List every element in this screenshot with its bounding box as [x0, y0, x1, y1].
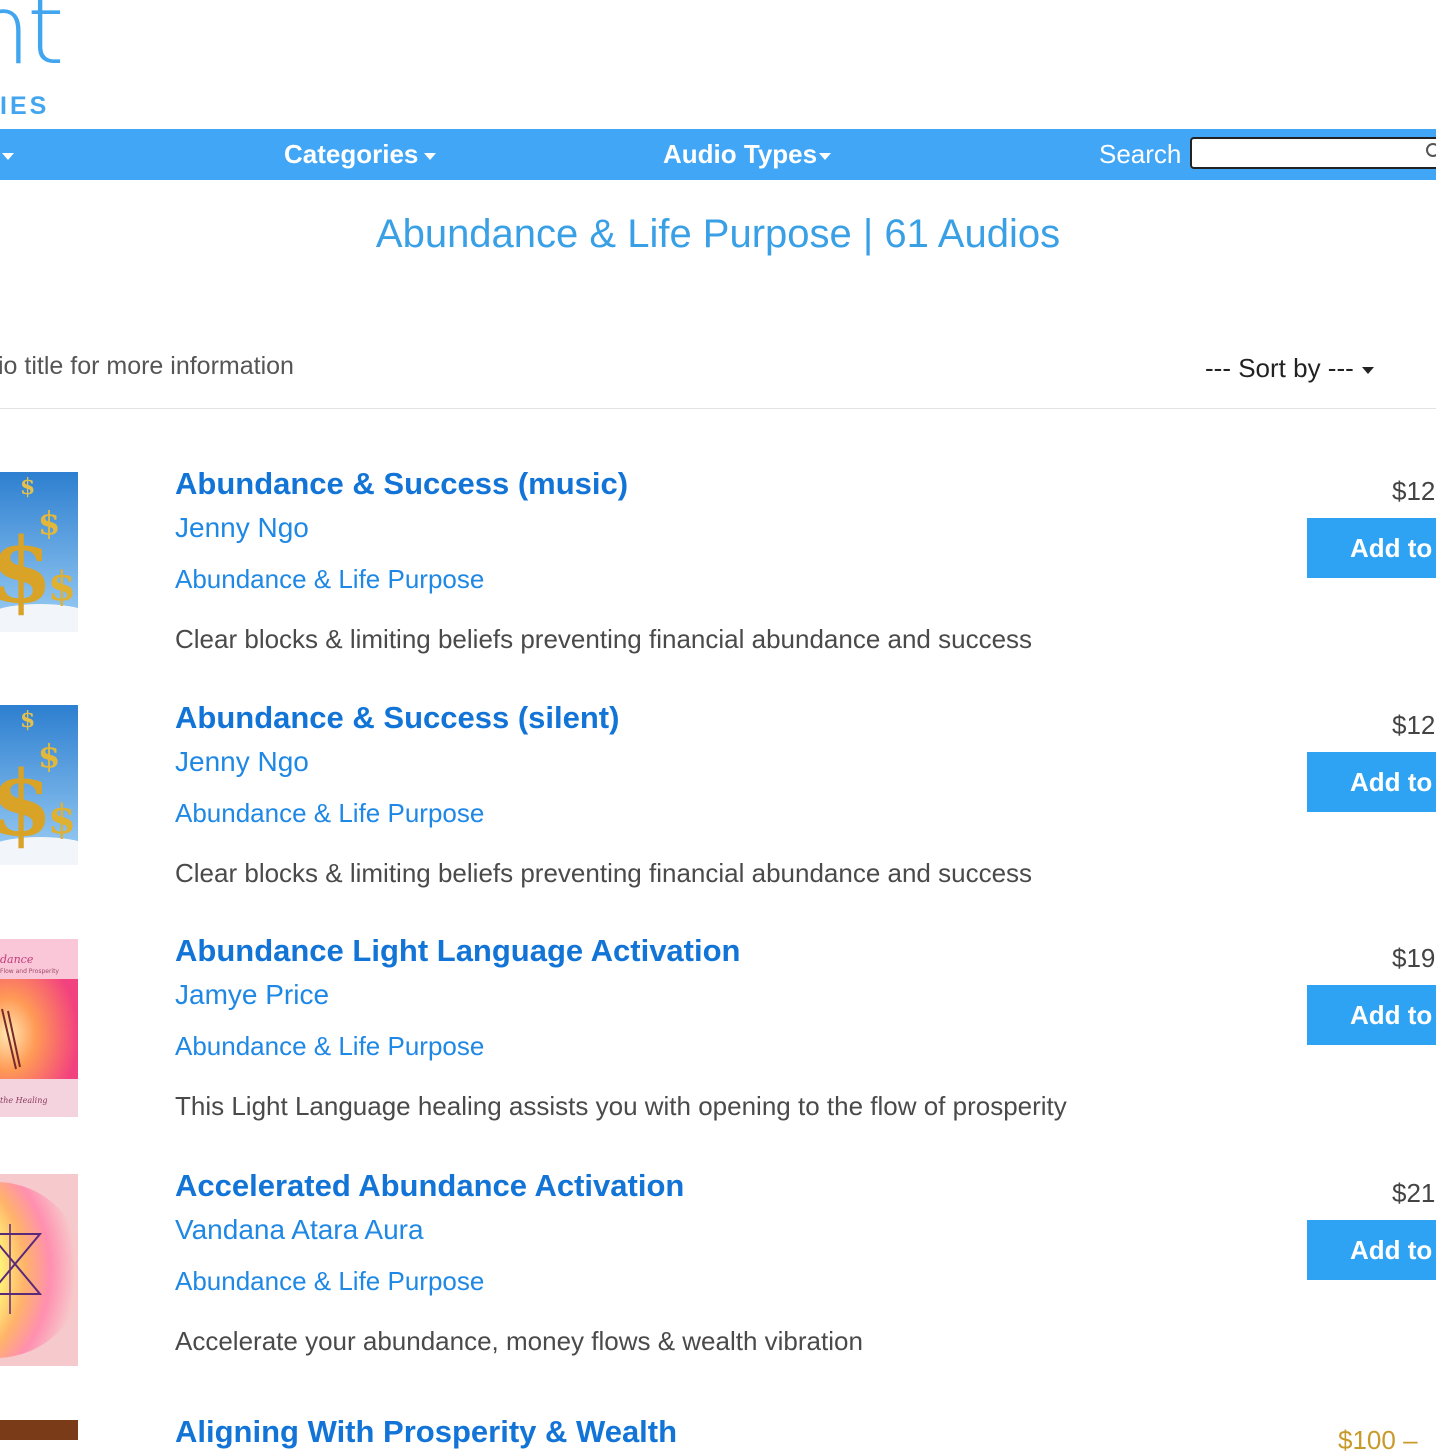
- nav-audio-types-dropdown[interactable]: Audio Types: [663, 129, 832, 180]
- chevron-down-icon: [819, 152, 832, 160]
- svg-text:$: $: [38, 504, 60, 542]
- money-icon[interactable]: $ $ $ $: [0, 472, 78, 632]
- nav-menu-dropdown[interactable]: [0, 129, 14, 180]
- add-to-cart-button[interactable]: Add to: [1307, 985, 1436, 1045]
- add-to-cart-button[interactable]: Add to: [1307, 518, 1436, 578]
- svg-text:$: $: [38, 737, 60, 775]
- chevron-down-icon: [2, 152, 14, 160]
- list-item: dance Flow and Prosperity the Healing Ab…: [0, 933, 1436, 1163]
- sort-dropdown[interactable]: --- Sort by ---: [1205, 353, 1374, 384]
- audio-thumbnail[interactable]: [0, 1420, 78, 1440]
- nav-categories-label: Categories: [284, 139, 419, 169]
- list-item: $ $ $ $ Abundance & Success (music) Jenn…: [0, 466, 1436, 696]
- audio-title-link[interactable]: Abundance & Success (music): [175, 466, 628, 502]
- nav-categories-dropdown[interactable]: Categories: [284, 129, 437, 180]
- audio-title-link[interactable]: Accelerated Abundance Activation: [175, 1168, 684, 1204]
- logo-subtitle: IES: [0, 92, 50, 120]
- audio-title-link[interactable]: Abundance & Success (silent): [175, 700, 619, 736]
- category-link[interactable]: Abundance & Life Purpose: [175, 1031, 484, 1062]
- chevron-down-icon: [424, 152, 437, 160]
- instruction-text: io title for more information: [0, 352, 294, 380]
- svg-text:the Healing: the Healing: [0, 1096, 48, 1105]
- sort-label: --- Sort by ---: [1205, 353, 1354, 383]
- logo-text: nt: [0, 0, 65, 86]
- author-link[interactable]: Jamye Price: [175, 979, 329, 1011]
- add-to-cart-button[interactable]: Add to: [1307, 1220, 1436, 1280]
- svg-text:Flow and Prosperity: Flow and Prosperity: [0, 968, 59, 975]
- search-input[interactable]: [1190, 137, 1436, 169]
- category-link[interactable]: Abundance & Life Purpose: [175, 798, 484, 829]
- money-icon[interactable]: $ $ $ $: [0, 705, 78, 865]
- svg-text:$: $: [20, 707, 35, 733]
- light-art-icon[interactable]: dance Flow and Prosperity the Healing: [0, 939, 78, 1117]
- audio-title-link[interactable]: Aligning With Prosperity & Wealth: [175, 1414, 677, 1450]
- price: $12: [1392, 710, 1436, 740]
- audio-description: Clear blocks & limiting beliefs preventi…: [175, 858, 1033, 888]
- author-link[interactable]: Jenny Ngo: [175, 746, 309, 778]
- nav-audio-types-label: Audio Types: [663, 139, 818, 169]
- category-link[interactable]: Abundance & Life Purpose: [175, 564, 484, 595]
- add-to-cart-button[interactable]: Add to: [1307, 752, 1436, 812]
- price: $19: [1392, 943, 1436, 973]
- search-label: Search: [1099, 139, 1182, 169]
- page-title: Abundance & Life Purpose | 61 Audios: [375, 212, 1061, 256]
- divider: [0, 408, 1436, 409]
- audio-description: This Light Language healing assists you …: [175, 1091, 1067, 1121]
- author-link[interactable]: Vandana Atara Aura: [175, 1214, 424, 1246]
- audio-description: Clear blocks & limiting beliefs preventi…: [175, 624, 1033, 654]
- list-item: $ $ $ $ Abundance & Success (silent) Jen…: [0, 700, 1436, 930]
- price: $100 –: [1338, 1425, 1418, 1455]
- audio-title-link[interactable]: Abundance Light Language Activation: [175, 933, 740, 969]
- audio-description: Accelerate your abundance, money flows &…: [175, 1326, 863, 1356]
- chevron-down-icon: [1361, 366, 1374, 374]
- svg-text:dance: dance: [0, 953, 34, 966]
- author-link[interactable]: Jenny Ngo: [175, 512, 309, 544]
- rainbow-star-icon[interactable]: [0, 1174, 78, 1366]
- category-link[interactable]: Abundance & Life Purpose: [175, 1266, 484, 1297]
- svg-text:$: $: [48, 796, 76, 843]
- price: $12: [1392, 476, 1436, 506]
- svg-text:$: $: [48, 563, 76, 610]
- list-item: Accelerated Abundance Activation Vandana…: [0, 1168, 1436, 1398]
- search-icon[interactable]: [1426, 143, 1436, 157]
- svg-text:$: $: [20, 474, 35, 500]
- price: $21: [1392, 1178, 1436, 1208]
